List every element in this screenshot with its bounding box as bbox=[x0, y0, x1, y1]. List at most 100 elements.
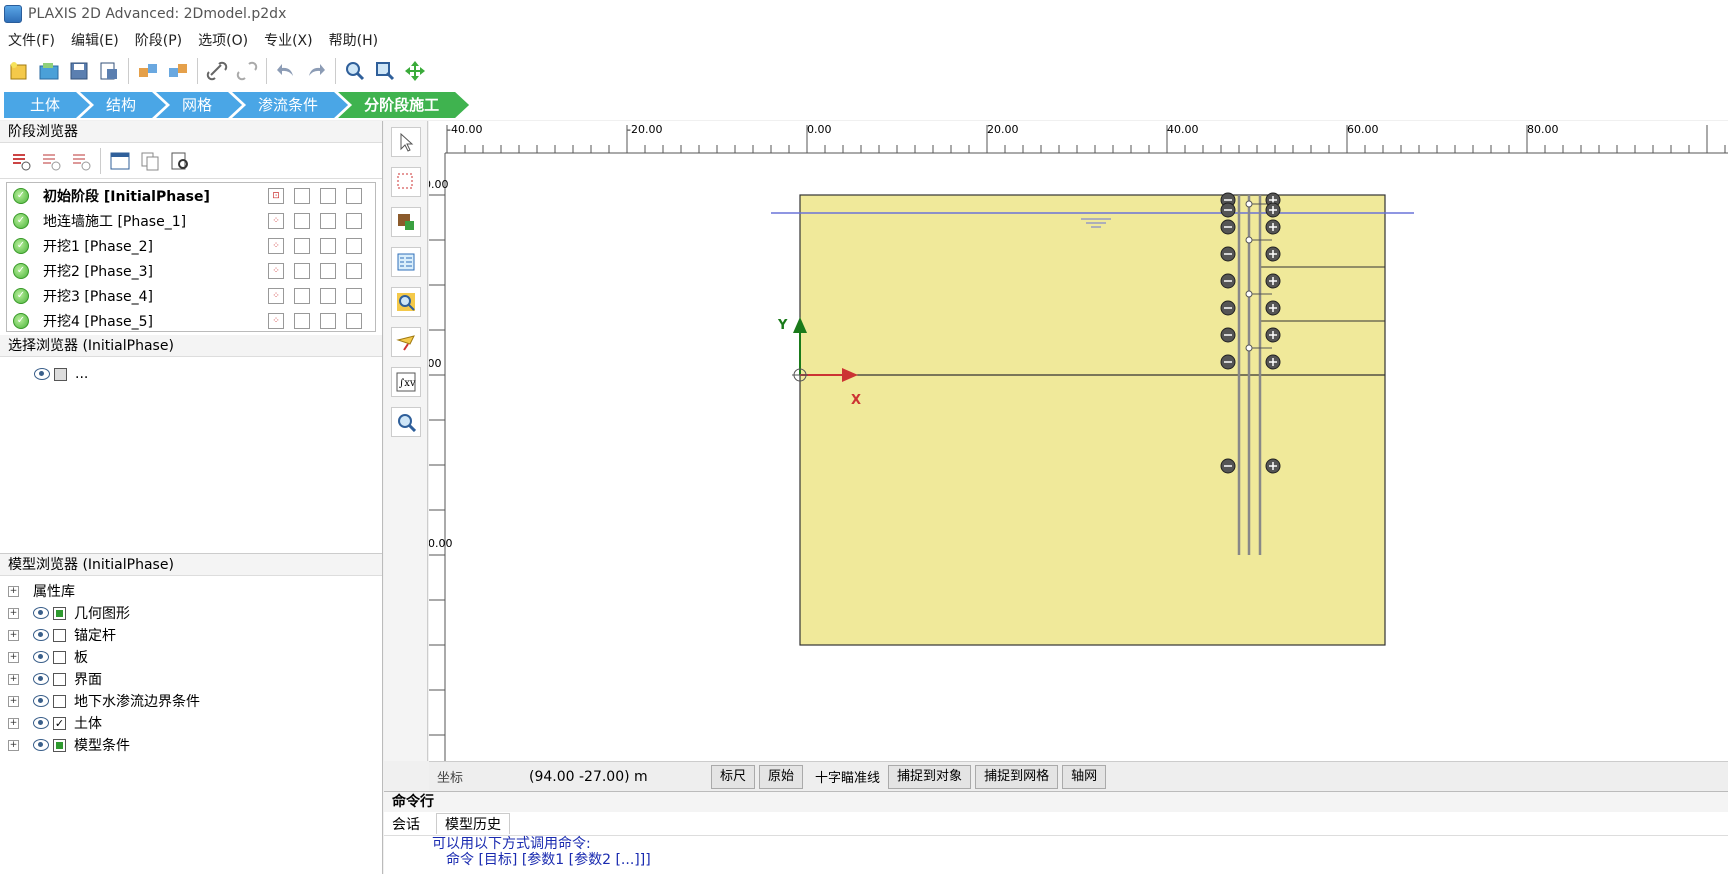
ruler-toggle-button[interactable]: 标尺 bbox=[711, 764, 756, 789]
loading-type-icon[interactable] bbox=[294, 237, 310, 254]
menu-options[interactable]: 选项(O) bbox=[198, 30, 248, 50]
phase-item[interactable]: ✓ 初始阶段 [InitialPhase] ⊡ bbox=[7, 183, 375, 208]
activate-deactivate-icon[interactable] bbox=[391, 207, 421, 237]
snap-to-object-button[interactable]: 捕捉到对象 bbox=[888, 764, 972, 789]
phase-item[interactable]: ✓ 开挖2 [Phase_3] ⁘ bbox=[7, 258, 375, 283]
pore-pressure-icon[interactable] bbox=[320, 312, 336, 329]
menu-phase[interactable]: 阶段(P) bbox=[135, 30, 182, 50]
visibility-eye-icon[interactable] bbox=[33, 651, 49, 663]
thermal-icon[interactable] bbox=[346, 287, 362, 304]
expand-icon[interactable]: + bbox=[8, 695, 19, 707]
expand-icon[interactable]: + bbox=[8, 673, 19, 685]
grid-toggle-button[interactable]: 轴网 bbox=[1062, 764, 1107, 789]
tree-checkbox[interactable] bbox=[53, 694, 66, 708]
thermal-icon[interactable] bbox=[346, 237, 362, 254]
expand-icon[interactable]: + bbox=[8, 629, 19, 641]
tree-item-materials[interactable]: + 属性库 bbox=[0, 580, 382, 602]
visibility-eye-icon[interactable] bbox=[34, 368, 50, 380]
drawing-area[interactable]: -40.00 -20.00 0.00 20.00 40.00 60.00 80.… bbox=[405, 121, 1728, 761]
add-phase-icon[interactable] bbox=[8, 148, 34, 174]
phase-item[interactable]: ✓ 地连墙施工 [Phase_1] ⁘ bbox=[7, 208, 375, 233]
pore-pressure-icon[interactable] bbox=[320, 212, 336, 229]
visibility-eye-icon[interactable] bbox=[33, 717, 49, 729]
zoom-window-icon[interactable] bbox=[372, 58, 398, 84]
loading-type-icon[interactable] bbox=[294, 312, 310, 329]
crosshair-toggle[interactable]: 十字瞄准线 bbox=[815, 767, 880, 786]
tree-checkbox[interactable] bbox=[53, 672, 66, 686]
expand-icon[interactable]: + bbox=[8, 607, 19, 619]
tab-session[interactable]: 会话 bbox=[392, 814, 420, 834]
node-point[interactable] bbox=[1245, 344, 1253, 352]
calc-type-icon[interactable]: ⁘ bbox=[268, 212, 284, 229]
expand-icon[interactable]: + bbox=[8, 739, 19, 751]
formula-icon[interactable]: ∫xv bbox=[391, 367, 421, 397]
link-icon[interactable] bbox=[204, 58, 230, 84]
water-level-icon[interactable] bbox=[391, 327, 421, 357]
visibility-eye-icon[interactable] bbox=[33, 673, 49, 685]
loading-type-icon[interactable] bbox=[294, 287, 310, 304]
show-materials-icon[interactable] bbox=[391, 247, 421, 277]
loading-type-icon[interactable] bbox=[294, 187, 310, 204]
visibility-eye-icon[interactable] bbox=[33, 607, 49, 619]
pore-pressure-icon[interactable] bbox=[320, 237, 336, 254]
tree-item-groundwater-bc[interactable]: + 地下水渗流边界条件 bbox=[0, 690, 382, 712]
origin-toggle-button[interactable]: 原始 bbox=[759, 764, 804, 789]
node-point[interactable] bbox=[1245, 290, 1253, 298]
tab-flow-conditions[interactable]: 渗流条件 bbox=[232, 92, 348, 118]
new-project-icon[interactable] bbox=[6, 58, 32, 84]
import-geometry-icon[interactable] bbox=[135, 58, 161, 84]
redo-icon[interactable] bbox=[303, 58, 329, 84]
node-point[interactable] bbox=[1245, 236, 1253, 244]
pore-pressure-icon[interactable] bbox=[320, 262, 336, 279]
tree-item-plates[interactable]: + 板 bbox=[0, 646, 382, 668]
loading-type-icon[interactable] bbox=[294, 212, 310, 229]
selection-item[interactable]: ... bbox=[10, 363, 372, 385]
unlink-icon[interactable] bbox=[234, 58, 260, 84]
tab-soil[interactable]: 土体 bbox=[4, 92, 90, 118]
tab-staged-construction[interactable]: 分阶段施工 bbox=[338, 92, 469, 118]
calc-type-icon[interactable]: ⁘ bbox=[268, 237, 284, 254]
tab-mesh[interactable]: 网格 bbox=[156, 92, 242, 118]
tree-item-model-conditions[interactable]: + 模型条件 bbox=[0, 734, 382, 756]
save-icon[interactable] bbox=[66, 58, 92, 84]
visibility-eye-icon[interactable] bbox=[33, 695, 49, 707]
loading-type-icon[interactable] bbox=[294, 262, 310, 279]
zoom-in-icon[interactable] bbox=[342, 58, 368, 84]
tree-item-anchors[interactable]: + 锚定杆 bbox=[0, 624, 382, 646]
model-canvas[interactable]: -40.00 -20.00 0.00 20.00 40.00 60.00 80.… bbox=[405, 121, 1728, 761]
expand-icon[interactable]: + bbox=[8, 717, 19, 729]
phase-item[interactable]: ✓ 开挖4 [Phase_5] ⁘ bbox=[7, 308, 375, 333]
visibility-eye-icon[interactable] bbox=[33, 629, 49, 641]
thermal-icon[interactable] bbox=[346, 187, 362, 204]
tree-checkbox[interactable] bbox=[53, 738, 66, 752]
thermal-icon[interactable] bbox=[346, 212, 362, 229]
tree-item-interfaces[interactable]: + 界面 bbox=[0, 668, 382, 690]
save-as-icon[interactable] bbox=[96, 58, 122, 84]
zoom-extents-icon[interactable] bbox=[391, 407, 421, 437]
pore-pressure-icon[interactable] bbox=[320, 287, 336, 304]
phase-item[interactable]: ✓ 开挖1 [Phase_2] ⁘ bbox=[7, 233, 375, 258]
tree-item-geometry[interactable]: + 几何图形 bbox=[0, 602, 382, 624]
select-rectangle-icon[interactable] bbox=[391, 167, 421, 197]
expand-icon[interactable]: + bbox=[8, 585, 19, 597]
snap-to-grid-button[interactable]: 捕捉到网格 bbox=[975, 764, 1059, 789]
calc-type-icon[interactable]: ⁘ bbox=[268, 262, 284, 279]
expand-icon[interactable]: + bbox=[8, 651, 19, 663]
menu-edit[interactable]: 编辑(E) bbox=[71, 30, 119, 50]
selection-checkbox[interactable] bbox=[54, 367, 67, 381]
phase-report-icon[interactable] bbox=[167, 148, 193, 174]
visibility-eye-icon[interactable] bbox=[33, 739, 49, 751]
calc-type-icon[interactable]: ⁘ bbox=[268, 312, 284, 329]
tree-checkbox[interactable] bbox=[53, 628, 66, 642]
select-arrow-icon[interactable] bbox=[391, 127, 421, 157]
export-geometry-icon[interactable] bbox=[165, 58, 191, 84]
menu-expert[interactable]: 专业(X) bbox=[264, 30, 313, 50]
soil-cluster[interactable] bbox=[799, 194, 1386, 646]
calc-type-icon[interactable]: ⊡ bbox=[268, 187, 284, 204]
tree-checkbox[interactable]: ✓ bbox=[53, 716, 66, 730]
phase-item[interactable]: ✓ 开挖3 [Phase_4] ⁘ bbox=[7, 283, 375, 308]
insert-phase-icon[interactable] bbox=[38, 148, 64, 174]
menu-help[interactable]: 帮助(H) bbox=[329, 30, 378, 50]
tab-model-history[interactable]: 模型历史 bbox=[436, 813, 510, 834]
thermal-icon[interactable] bbox=[346, 262, 362, 279]
